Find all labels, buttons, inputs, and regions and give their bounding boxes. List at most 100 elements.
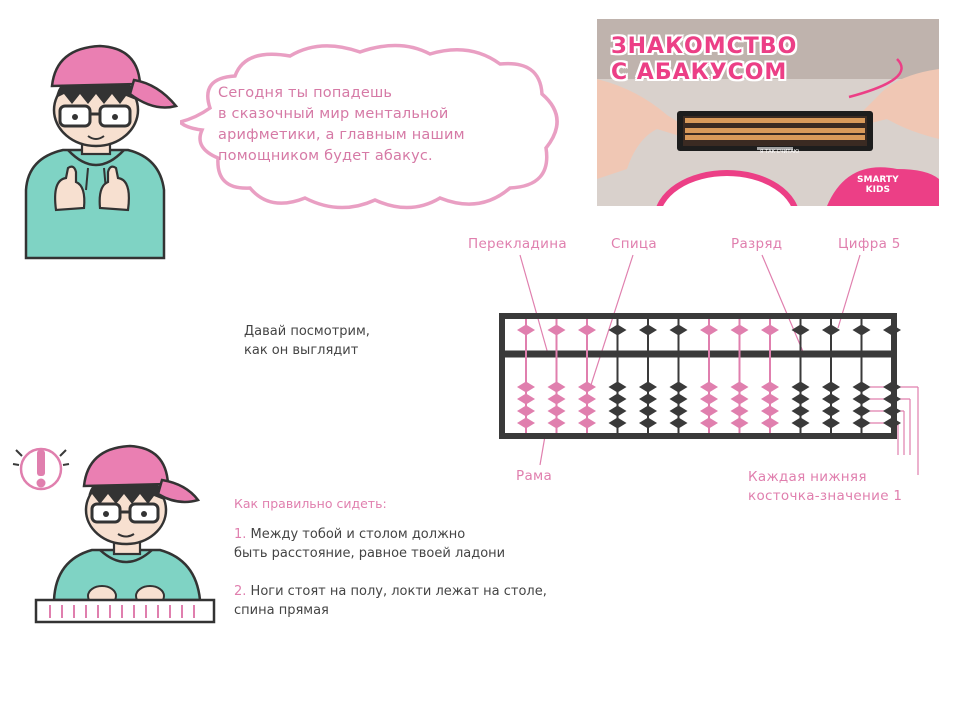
abacus-bead [883,393,901,405]
abacus-bead [547,381,566,393]
abacus-bead [791,417,810,429]
abacus-bead [791,381,810,393]
abacus-bead [639,393,657,405]
label-lower-beads: Каждая нижняя косточка-значение 1 [748,468,902,506]
abacus-caption: Я ТАК СЧИТАЮ [760,149,800,155]
abacus-bead [822,393,840,405]
abacus-bead [791,405,810,417]
sitting-item-2: 2. Ноги стоят на полу, локти лежат на ст… [234,582,594,620]
abacus-bead [700,381,718,393]
abacus-bead [547,405,566,417]
sitting-item-line: спина прямая [234,603,329,618]
look-line: как он выглядит [244,343,359,358]
abacus-bead [669,324,688,336]
sitting-item-number: 2. [234,584,247,599]
sitting-item-text: Ноги стоят на полу, локти лежат на столе… [250,584,547,599]
intro-line: арифметики, а главным нашим [218,127,465,143]
abacus-bead [578,393,596,405]
abacus-bead [639,405,657,417]
look-text: Давай посмотрим, как он выглядит [244,322,370,360]
label-lower-line: косточка-значение 1 [748,488,903,504]
abacus-bead [517,324,535,336]
abacus-bead [730,381,749,393]
abacus-bead [852,381,871,393]
abacus-bead [578,381,596,393]
abacus-bead [852,417,871,429]
abacus-bead [761,417,779,429]
abacus-bead [608,324,627,336]
abacus-bead [669,381,688,393]
abacus-bead [761,381,779,393]
abacus-bead [700,393,718,405]
label-lower-line: Каждая нижняя [748,469,867,485]
abacus-bead [639,381,657,393]
brand-line: SMARTY [857,175,899,185]
thumbnail-title-line: ЗНАКОМСТВО [611,34,798,59]
abacus-bead [547,324,566,336]
look-line: Давай посмотрим, [244,324,370,339]
sitting-item-line: 1. Между тобой и столом должно [234,525,594,544]
abacus-bead [578,405,596,417]
abacus-bead [852,324,871,336]
abacus-bead [517,405,535,417]
abacus-bead [700,324,718,336]
abacus-bead [761,393,779,405]
abacus-bead [883,381,901,393]
label-rama: Рама [516,468,553,484]
thumbnail-title: ЗНАКОМСТВО С АБАКУСОМ [611,34,797,86]
abacus-frame [499,313,897,439]
abacus-bead [761,405,779,417]
abacus-bead [669,417,688,429]
thumbnail-title-line: С АБАКУСОМ [611,60,788,85]
abacus-bead [639,324,657,336]
abacus-bead [883,405,901,417]
abacus-bead [883,324,901,336]
leader-line [539,435,546,466]
intro-text: Сегодня ты попадешь в сказочный мир мент… [218,83,538,167]
abacus-bead [822,324,840,336]
sitting-title: Как правильно сидеть: [234,496,387,511]
abacus-bead [791,324,810,336]
abacus-bead [700,405,718,417]
sitting-item-number: 1. [234,527,247,542]
abacus-bead [822,405,840,417]
leader-line [519,254,549,355]
abacus-bead [608,393,627,405]
abacus-bead [761,324,779,336]
abacus-bead [578,417,596,429]
intro-line: Сегодня ты попадешь [218,85,393,101]
label-leader-lines [519,254,919,475]
abacus-bead [669,405,688,417]
abacus-bead [852,405,871,417]
brand-logo: SMARTY KIDS [857,175,899,195]
abacus-bead [791,393,810,405]
leader-line [761,254,805,355]
abacus-bead [547,393,566,405]
abacus-bead [578,324,596,336]
intro-line: помощником будет абакус. [218,148,433,164]
sitting-item-line: быть расстояние, равное твоей ладони [234,546,506,561]
abacus-bead [700,417,718,429]
sitting-item-text: Между тобой и столом должно [250,527,466,542]
brand-line: KIDS [865,185,890,195]
abacus-bead [547,417,566,429]
abacus-bead [730,417,749,429]
abacus-bead [822,381,840,393]
abacus-bead [517,381,535,393]
abacus-bead [852,393,871,405]
abacus-diagram [499,254,919,475]
abacus-bead [730,393,749,405]
boy-at-table-illustration [34,444,216,624]
abacus-bead [730,405,749,417]
leader-line [589,254,634,389]
abacus-bead [608,381,627,393]
sitting-item-1: 1. Между тобой и столом должно быть расс… [234,525,594,563]
abacus-bead [669,393,688,405]
abacus-bead [517,417,535,429]
abacus-bead [730,324,749,336]
boy-thumbs-up-illustration [24,44,179,260]
abacus-bead [608,417,627,429]
intro-line: в сказочный мир ментальной [218,106,449,122]
sitting-item-line: 2. Ноги стоят на полу, локти лежат на ст… [234,582,594,601]
abacus-bead [517,393,535,405]
